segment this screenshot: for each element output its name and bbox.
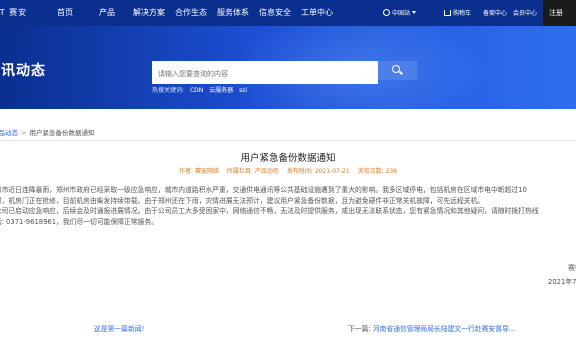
member-center-link[interactable]: 会员中心 [513,8,537,17]
nav-item-solutions[interactable]: 解决方案 [133,7,165,18]
search-button[interactable] [378,61,417,80]
nav-item-services[interactable]: 服务体系 [217,7,249,18]
article-meta: 作者: 赛安网络 所属栏目: 产品动态 发布时间: 2021-07-21 浏览次… [0,166,576,175]
cart-link[interactable]: 购物车 [444,8,471,17]
meta-views-value: 236 [385,168,397,175]
meta-date: 发布时间: 2021-07-21 [287,168,350,175]
search-input[interactable] [152,64,378,84]
article-title: 用户紧急备份数据通知 [240,153,336,164]
article-paragraph: 郑州市近日连降暴雨，郑州市政府已经采取一级应急响应，城市内道路积水严重，交通供电… [0,186,527,194]
next-article-label: 下一篇: [348,325,371,333]
globe-icon [383,9,390,16]
breadcrumb-current: 用户紧急备份数据通知 [29,129,95,137]
search-box [152,61,378,84]
article-paragraph: 我公司已启动应急响应，后续会及时通报进展情况。由于公司员工大多受困家中，网络通信… [0,207,539,216]
meta-category: 所属栏目: 产品动态 [227,168,279,175]
region-label: 中国站 [392,10,411,17]
prev-article-link[interactable]: 这是第一篇新闻! [94,323,144,333]
hot-keyword-cloud-server[interactable]: 云服务器 [209,87,233,94]
brand-logo[interactable]: ≡T 赛安 [0,7,27,18]
article-paragraph: 小时，机房门正在抢修，目前机房由柴发持续带载。由于郑州还在下雨，灾情进展无法预计… [0,196,485,205]
meta-views: 浏览次数: 236 [358,168,397,175]
page-title: 资讯动态 [0,63,46,79]
nav-item-security[interactable]: 信息安全 [259,7,291,18]
article-signature: 赛安 [568,264,576,272]
breadcrumb: 产品动态>用户紧急备份数据通知 [0,127,94,137]
hot-keyword-cdn[interactable]: CDN [190,87,203,94]
search-icon-handle [399,70,403,75]
meta-date-label: 发布时间: [286,168,313,175]
breadcrumb-category[interactable]: 产品动态 [0,129,18,137]
hot-keywords-label: 热搜关键词: [152,87,185,94]
next-article-title[interactable]: 河南省通信管理局局长陆建文一行赴赛安督导... [373,325,515,333]
meta-category-label: 所属栏目: [226,168,253,175]
filing-center-link[interactable]: 备案中心 [483,8,507,17]
article-sign-date: 2021年7月 [548,278,576,286]
next-article-link[interactable]: 下一篇: 河南省通信管理局局长陆建文一行赴赛安督导... [348,323,515,333]
nav-item-products[interactable]: 产品 [99,7,115,18]
hero-banner: 资讯动态 热搜关键词: CDN 云服务器 ssl [0,26,576,109]
meta-author-label: 作者: [179,168,194,175]
meta-category-value[interactable]: 产品动态 [255,168,279,175]
cart-label: 购物车 [453,10,472,17]
meta-views-label: 浏览次数: [357,168,384,175]
divider [0,140,576,141]
cart-icon [444,10,451,16]
hot-keywords: 热搜关键词: CDN 云服务器 ssl [152,85,247,94]
article-body: 郑州市近日连降暴雨，郑州市政府已经采取一级应急响应，城市内道路积水严重，交通供电… [0,185,564,227]
breadcrumb-separator: > [21,129,27,137]
nav-item-ecosystem[interactable]: 合作生态 [175,7,207,18]
nav-item-tickets[interactable]: 工单中心 [301,7,333,18]
top-navbar: ≡T 赛安 首页 产品 解决方案 合作生态 服务体系 信息安全 工单中心 中国站… [0,0,576,26]
meta-author: 作者: 赛安网络 [179,168,219,175]
article-paragraph: 电话: 0371-9618961，我们尽一切可能保障正常服务。 [0,217,159,226]
prev-article-title[interactable]: 这是第一篇新闻! [94,325,144,333]
chevron-down-icon [412,11,417,14]
region-selector[interactable]: 中国站 [383,8,417,17]
meta-date-value: 2021-07-21 [314,168,350,175]
nav-item-home[interactable]: 首页 [57,7,73,18]
register-button[interactable]: 注册 [543,0,576,26]
meta-author-value: 赛安网络 [194,168,219,175]
hot-keyword-ssl[interactable]: ssl [239,87,247,94]
